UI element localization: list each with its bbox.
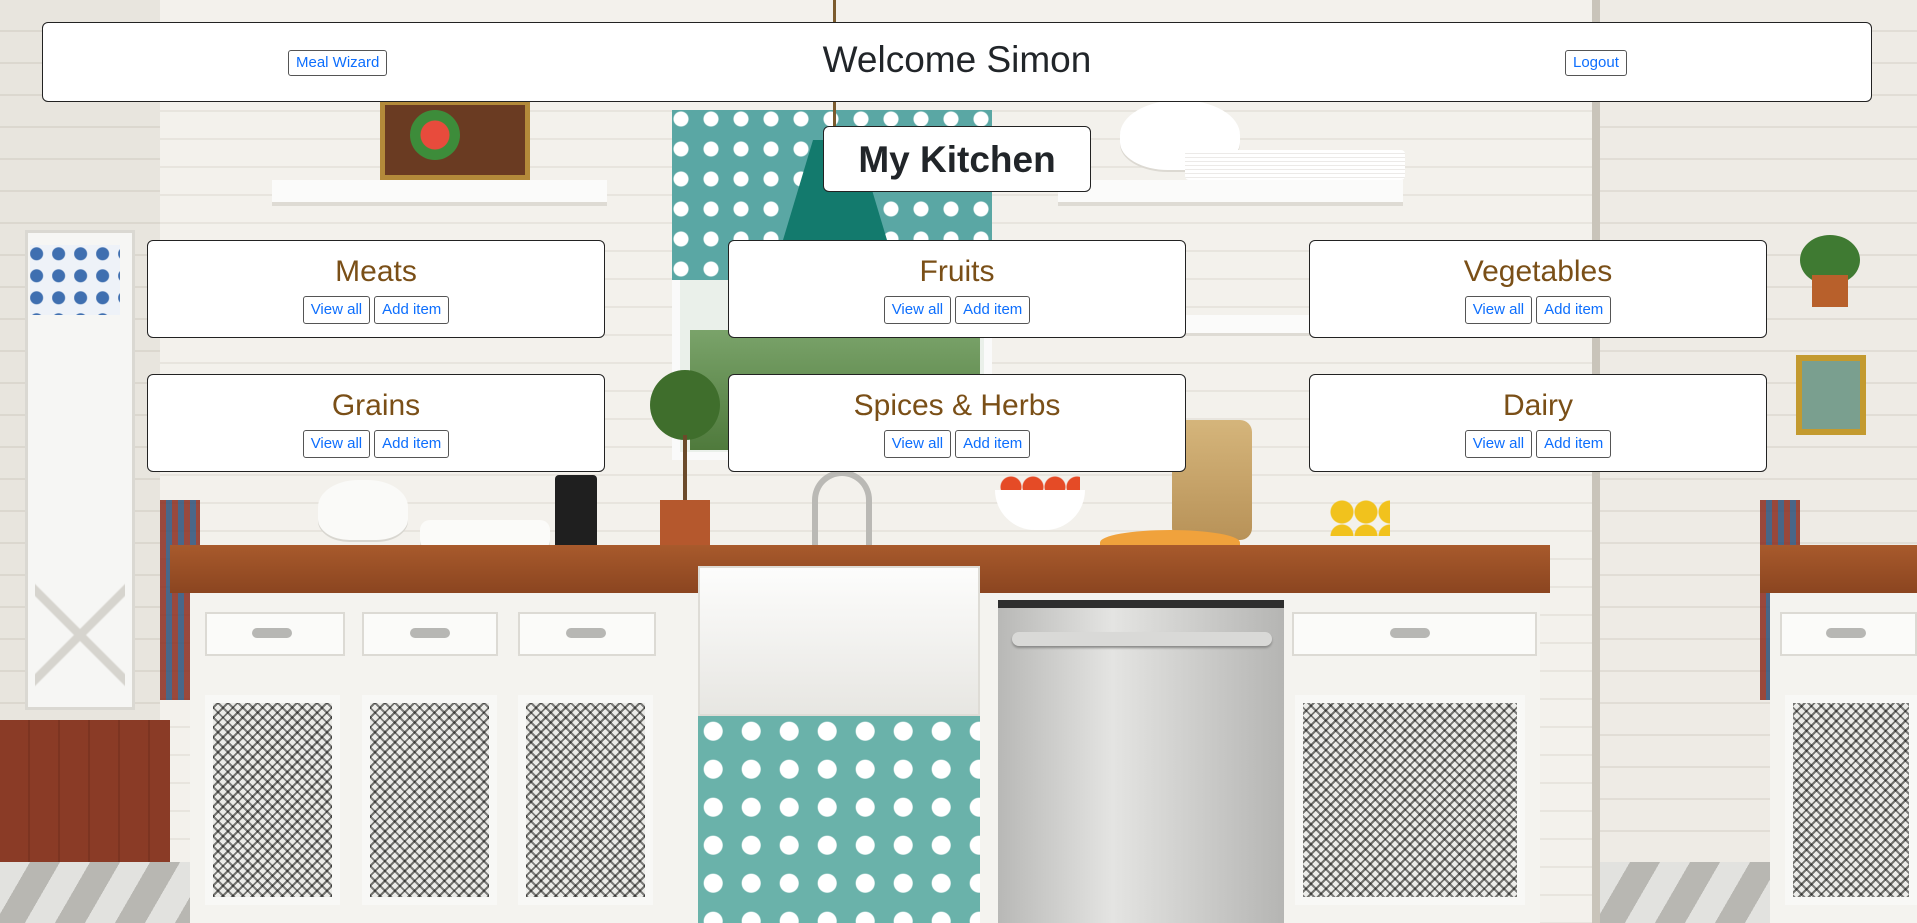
category-card-spices-herbs: Spices & Herbs View all Add item: [728, 374, 1186, 472]
category-card-fruits: Fruits View all Add item: [728, 240, 1186, 338]
category-card-vegetables: Vegetables View all Add item: [1309, 240, 1767, 338]
add-item-button[interactable]: Add item: [1536, 430, 1612, 458]
card-actions: View all Add item: [1310, 296, 1766, 324]
card-actions: View all Add item: [729, 296, 1185, 324]
view-all-button[interactable]: View all: [1464, 430, 1533, 458]
add-item-button[interactable]: Add item: [374, 296, 450, 324]
header-bar: Meal Wizard Welcome Simon Logout: [42, 22, 1872, 102]
add-item-button[interactable]: Add item: [955, 296, 1031, 324]
card-actions: View all Add item: [729, 430, 1185, 458]
view-all-button[interactable]: View all: [302, 430, 371, 458]
category-card-meats: Meats View all Add item: [147, 240, 605, 338]
card-actions: View all Add item: [1310, 430, 1766, 458]
category-title: Meats: [335, 255, 417, 288]
category-card-grains: Grains View all Add item: [147, 374, 605, 472]
category-title: Grains: [331, 389, 421, 422]
view-all-button[interactable]: View all: [1464, 296, 1533, 324]
add-item-button[interactable]: Add item: [374, 430, 450, 458]
kitchen-title-panel: My Kitchen: [823, 126, 1091, 192]
logout-button[interactable]: Logout: [1565, 50, 1627, 76]
add-item-button[interactable]: Add item: [955, 430, 1031, 458]
view-all-button[interactable]: View all: [883, 296, 952, 324]
view-all-button[interactable]: View all: [302, 296, 371, 324]
category-title: Vegetables: [1463, 255, 1613, 288]
category-title: Dairy: [1502, 389, 1573, 422]
card-actions: View all Add item: [148, 296, 604, 324]
view-all-button[interactable]: View all: [883, 430, 952, 458]
category-title: Spices & Herbs: [853, 389, 1061, 422]
card-actions: View all Add item: [148, 430, 604, 458]
kitchen-title: My Kitchen: [858, 139, 1056, 180]
category-card-dairy: Dairy View all Add item: [1309, 374, 1767, 472]
add-item-button[interactable]: Add item: [1536, 296, 1612, 324]
category-title: Fruits: [919, 255, 995, 288]
